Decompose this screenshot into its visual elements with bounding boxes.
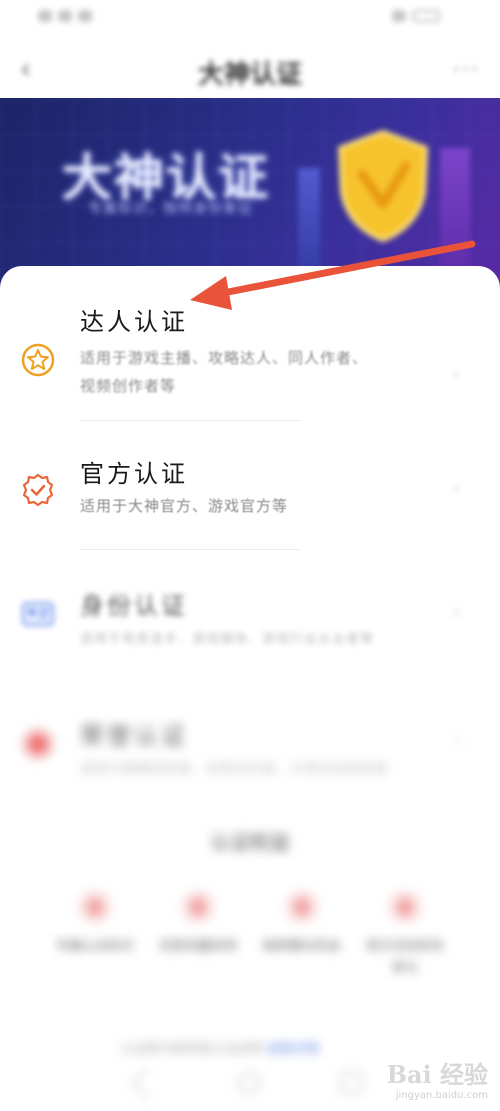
certification-title: 达人认证 <box>80 308 188 336</box>
benefit-exposure-icon <box>284 890 319 924</box>
notification-icon <box>78 10 92 22</box>
benefits-row: 专属认证标识 优质流量扶持 独家曝光机会 官方活动优先参与 <box>55 890 445 980</box>
watermark-logo: Bai 经验 <box>386 1060 488 1089</box>
watermark: Bai 经验 jingyan.baidu.com <box>387 1055 488 1101</box>
benefit-label: 专属认证标识 <box>55 939 134 954</box>
certification-title: 身份认证 <box>80 592 188 620</box>
benefit-item[interactable]: 专属认证标识 <box>55 890 135 980</box>
certification-title: 荣誉认证 <box>80 722 188 750</box>
chevron-right-icon: › <box>452 732 460 753</box>
benefit-traffic-icon <box>181 890 216 924</box>
certification-desc: 适用于赛事获奖者、优秀创作者、大神活动获奖者 <box>80 762 389 777</box>
signal-icon <box>38 10 52 22</box>
system-home-icon[interactable] <box>238 1072 260 1094</box>
hero-banner: 大神认证 专属标识，独特身份象征 <box>0 98 500 288</box>
benefit-event-icon <box>387 890 422 924</box>
benefit-item[interactable]: 官方活动优先参与 <box>365 890 445 980</box>
benefit-item[interactable]: 优质流量扶持 <box>158 890 238 980</box>
status-left-icons <box>38 10 92 22</box>
certification-item-talent[interactable]: 达人认证 适用于游戏主播、攻略达人、同人作者、视频创作者等 › <box>0 294 500 424</box>
chevron-right-icon: › <box>452 478 460 499</box>
benefit-label: 独家曝光机会 <box>262 939 341 954</box>
chevron-right-icon: › <box>452 602 460 623</box>
more-dots-icon[interactable]: ··· <box>453 58 480 83</box>
wifi-icon <box>58 10 72 22</box>
certification-card: 达人认证 适用于游戏主播、攻略达人、同人作者、视频创作者等 › 官方认证 适用于… <box>0 266 500 1111</box>
footer-link[interactable]: 查看详情 <box>267 1042 319 1057</box>
benefit-badge-icon <box>78 890 112 924</box>
status-right-icons <box>392 10 440 22</box>
banner-subtitle: 专属标识，独特身份象征 <box>88 201 253 217</box>
divider <box>80 549 300 550</box>
system-recents-icon[interactable] <box>340 1072 362 1094</box>
chevron-right-icon: › <box>452 364 460 385</box>
footer-note-text: 认证即代表同意认证说明 <box>120 1042 264 1057</box>
benefit-item[interactable]: 独家曝光机会 <box>262 890 342 980</box>
page-title: 大神认证 <box>197 60 302 90</box>
nav-bar: ‹ 大神认证 ··· <box>0 38 500 98</box>
divider <box>80 420 300 421</box>
shield-icon <box>337 129 429 243</box>
star-badge-icon <box>21 343 55 377</box>
benefits-title: 认证权益 <box>210 830 290 854</box>
watermark-url: jingyan.baidu.com <box>395 1090 488 1101</box>
certification-item-official[interactable]: 官方认证 适用于大神官方、游戏官方等 › <box>0 446 500 546</box>
certification-item-identity[interactable]: 身份认证 适用于电竞选手、游戏媒体、游戏行业从业者等 › <box>0 582 500 682</box>
id-card-icon <box>22 602 54 626</box>
honor-badge-icon <box>22 728 54 760</box>
certification-desc: 适用于游戏主播、攻略达人、同人作者、视频创作者等 <box>80 349 369 395</box>
benefit-label: 优质流量扶持 <box>159 939 238 954</box>
status-bar <box>0 0 500 38</box>
clock-icon <box>392 10 406 22</box>
system-back-icon[interactable] <box>131 1067 163 1099</box>
ribbon-check-icon <box>22 473 54 507</box>
battery-icon <box>412 10 440 22</box>
benefit-label: 官方活动优先参与 <box>365 939 444 976</box>
certification-desc: 适用于大神官方、游戏官方等 <box>80 497 289 515</box>
certification-item-honor[interactable]: 荣誉认证 适用于赛事获奖者、优秀创作者、大神活动获奖者 › <box>0 712 500 812</box>
certification-desc: 适用于电竞选手、游戏媒体、游戏行业从业者等 <box>80 632 375 647</box>
certification-title: 官方认证 <box>80 460 188 488</box>
footer-note: 认证即代表同意认证说明 查看详情 <box>120 1038 319 1057</box>
